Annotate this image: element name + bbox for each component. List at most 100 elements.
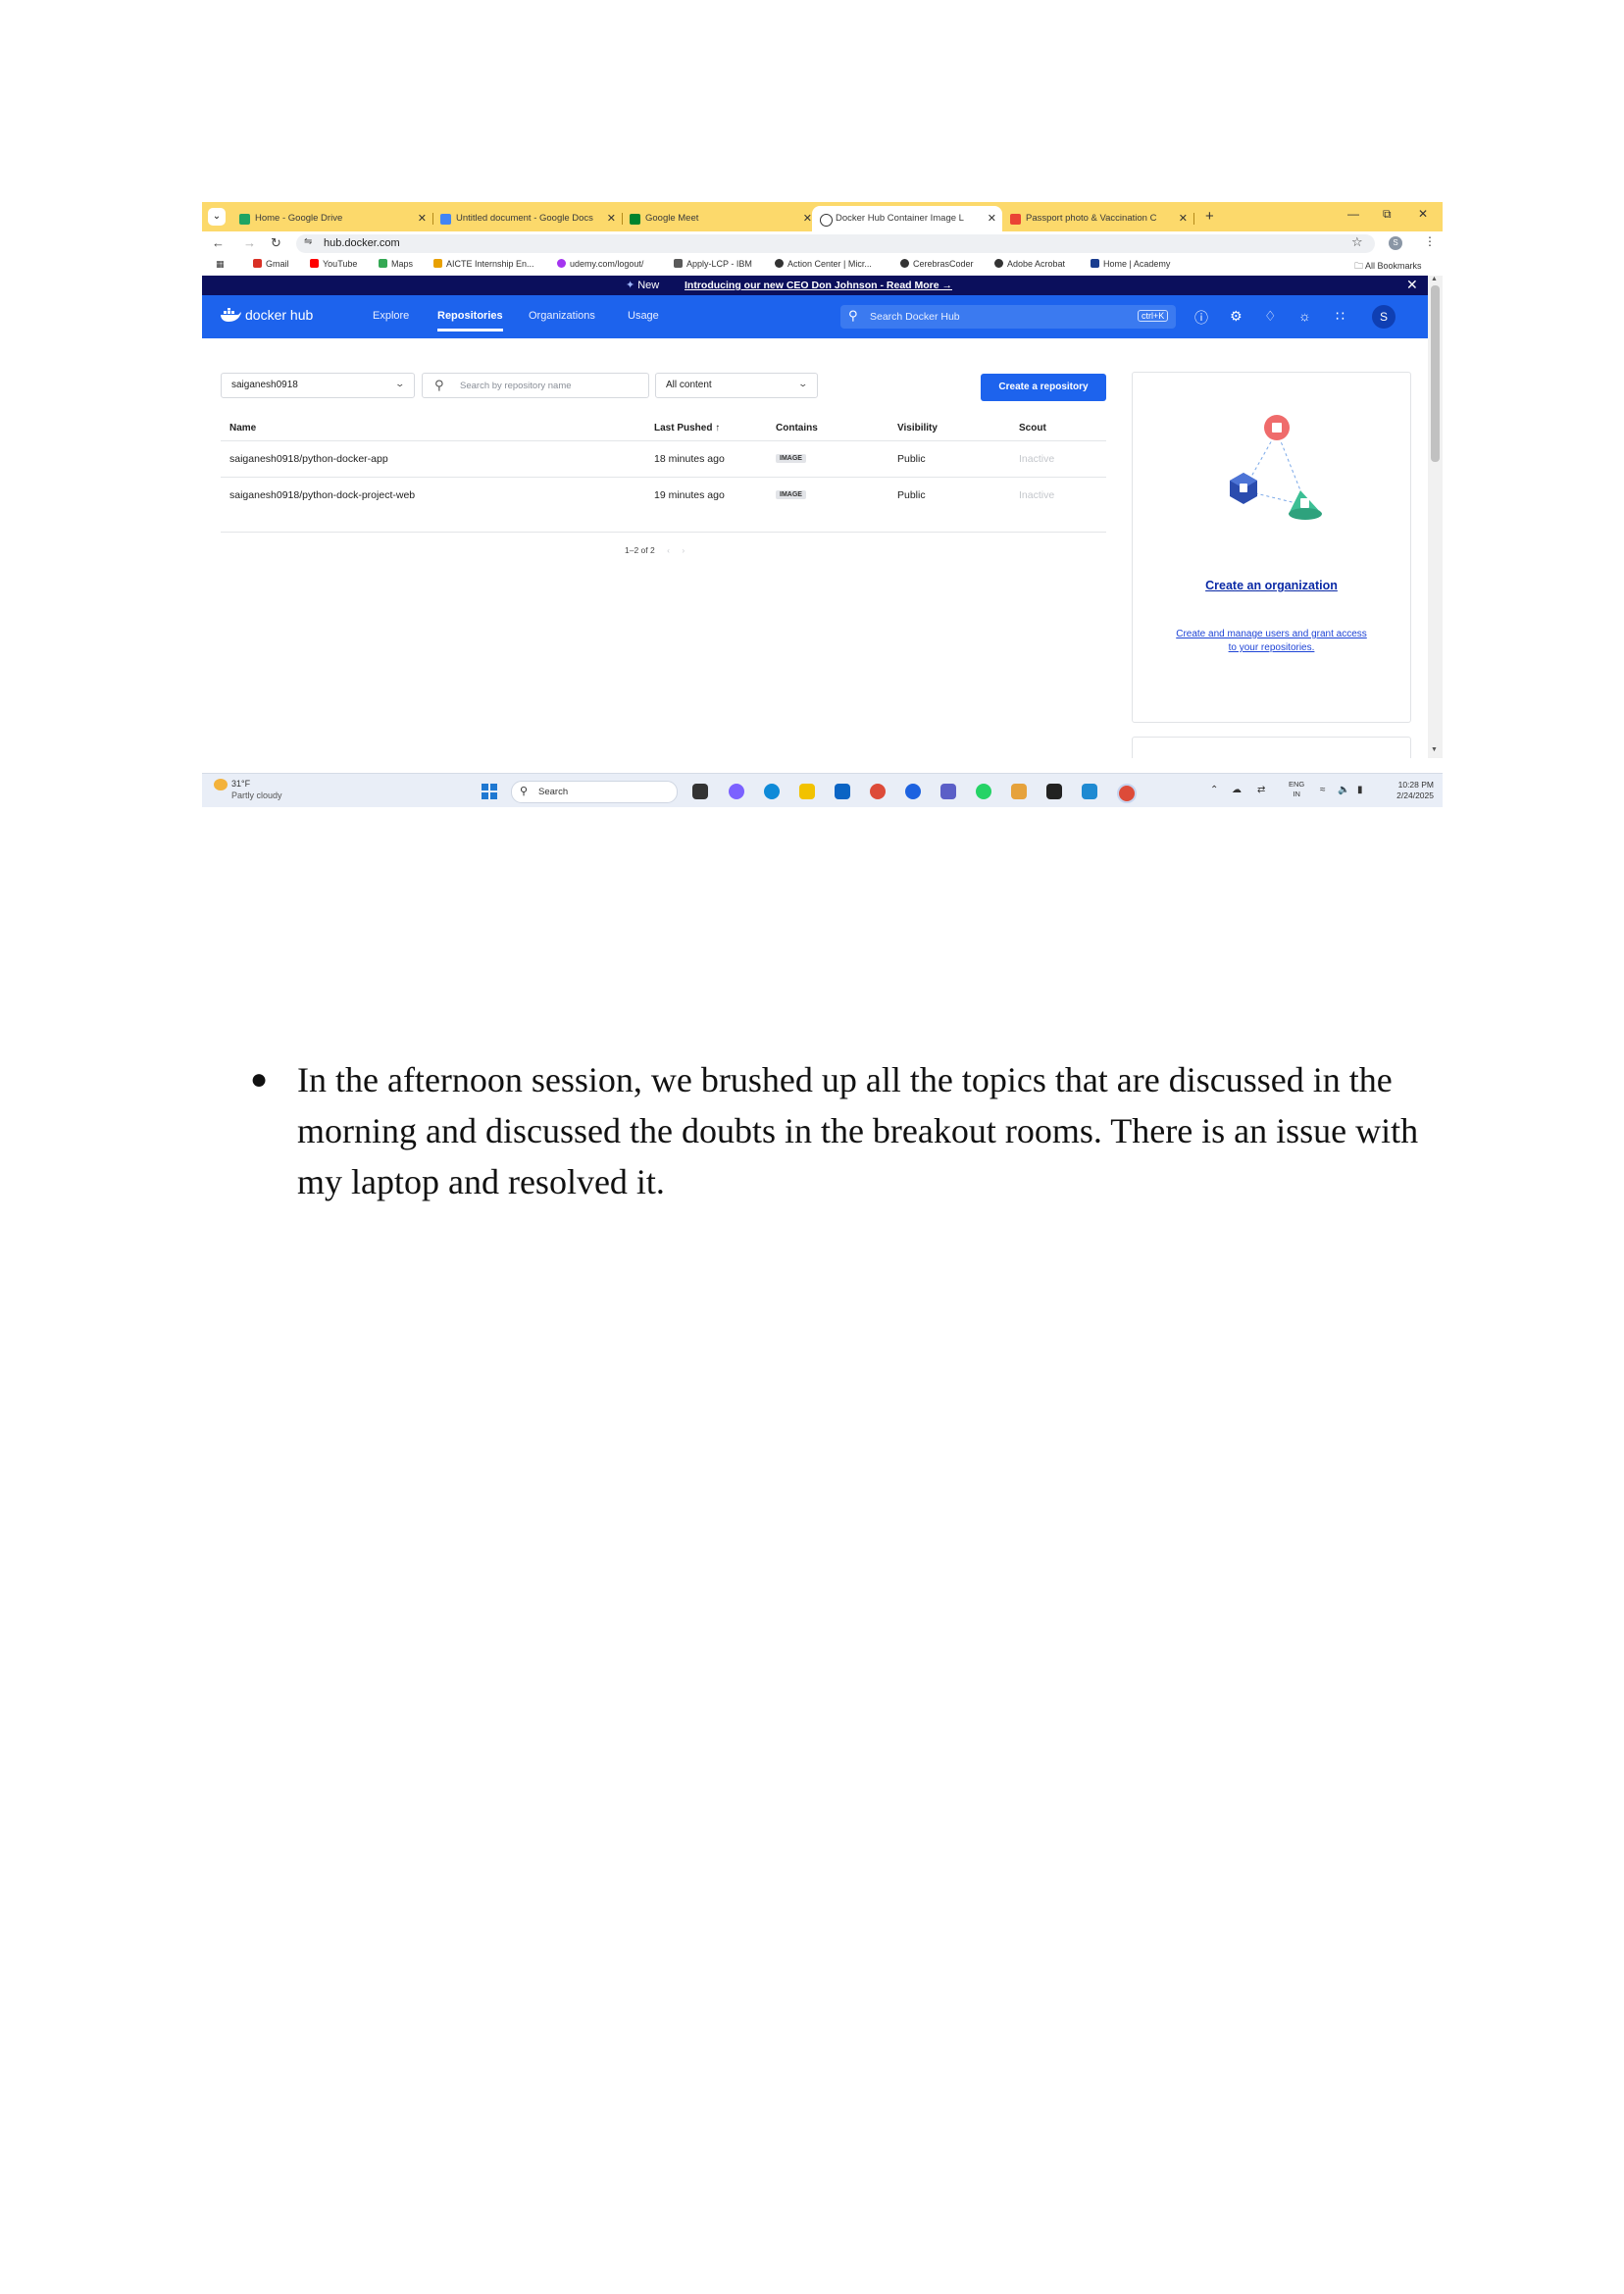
zoom-icon[interactable] — [905, 784, 921, 799]
organization-illustration-icon — [1230, 415, 1322, 520]
table-row[interactable]: saiganesh0918/python-dock-project-web 19… — [221, 477, 1106, 514]
nav-usage[interactable]: Usage — [628, 310, 659, 322]
bookmark-aicte[interactable]: AICTE Internship En... — [433, 259, 534, 269]
create-repository-button[interactable]: Create a repository — [981, 374, 1106, 401]
bookmark-academy[interactable]: Home | Academy — [1091, 259, 1170, 269]
banner-link[interactable]: Introducing our new CEO Don Johnson - Re… — [685, 280, 952, 291]
taskbar-search[interactable]: ⚲ Search — [511, 781, 678, 803]
tab-google-docs[interactable]: Untitled document - Google Docs ✕ — [432, 206, 623, 231]
tab-docker-hub[interactable]: Docker Hub Container Image L ✕ — [812, 206, 1002, 231]
bookmark-gmail[interactable]: Gmail — [253, 259, 289, 269]
sync-icon[interactable]: ⇄ — [1257, 785, 1265, 795]
table-row[interactable]: saiganesh0918/python-docker-app 18 minut… — [221, 440, 1106, 478]
apps-grid-icon[interactable]: ▦ — [216, 259, 225, 270]
snipping-tool-icon[interactable] — [1011, 784, 1027, 799]
reload-icon[interactable]: ↻ — [271, 235, 281, 251]
search-icon: ⚲ — [848, 308, 858, 323]
notifications-bell-icon[interactable]: ♢ — [1264, 308, 1277, 325]
bookmark-action-center[interactable]: Action Center | Micr... — [775, 259, 872, 269]
scroll-down-icon[interactable]: ▼ — [1431, 746, 1438, 753]
chrome-active-icon[interactable] — [1117, 784, 1137, 803]
bookmark-adobe-acrobat[interactable]: Adobe Acrobat — [994, 259, 1065, 269]
all-bookmarks[interactable]: 🗀 All Bookmarks — [1354, 259, 1422, 275]
close-tab-icon[interactable]: ✕ — [418, 206, 427, 231]
theme-toggle-icon[interactable]: ☼ — [1298, 308, 1311, 324]
docker-hub-search[interactable]: ⚲ Search Docker Hub ctrl+K — [840, 305, 1176, 329]
vscode-icon[interactable] — [1082, 784, 1097, 799]
bookmark-cerebrascoder[interactable]: CerebrasCoder — [900, 259, 974, 269]
tab-search-button[interactable]: ⌄ — [208, 208, 226, 226]
ibm-icon — [674, 259, 683, 268]
settings-gear-icon[interactable]: ⚙ — [1230, 308, 1243, 325]
column-header-scout: Scout — [1019, 423, 1046, 433]
close-tab-icon[interactable]: ✕ — [988, 206, 996, 231]
next-page-icon[interactable]: › — [682, 545, 685, 555]
close-icon[interactable]: ✕ — [1418, 207, 1428, 221]
outlook-icon[interactable] — [835, 784, 850, 799]
previous-page-icon[interactable]: ‹ — [667, 545, 670, 555]
scout-status: Inactive — [1019, 453, 1055, 465]
close-tab-icon[interactable]: ✕ — [607, 206, 616, 231]
back-icon[interactable]: ← — [212, 235, 225, 250]
column-header-last-pushed[interactable]: Last Pushed ↑ — [654, 423, 720, 433]
file-explorer-icon[interactable] — [799, 784, 815, 799]
help-icon[interactable]: ⓘ — [1194, 308, 1208, 328]
content-filter-select[interactable]: All content ⌄ — [655, 373, 818, 398]
copilot-icon[interactable] — [729, 784, 744, 799]
chrome-icon[interactable] — [870, 784, 886, 799]
windows-start-icon[interactable] — [482, 784, 497, 799]
nav-repositories[interactable]: Repositories — [437, 310, 503, 331]
restore-icon[interactable]: ⧉ — [1383, 207, 1392, 222]
wifi-icon[interactable]: ≈ — [1320, 785, 1326, 795]
browser-menu-icon[interactable]: ⋮ — [1424, 234, 1436, 248]
column-header-name[interactable]: Name — [229, 423, 256, 433]
nav-explore[interactable]: Explore — [373, 310, 409, 322]
show-hidden-icons-icon[interactable]: ⌃ — [1210, 785, 1218, 795]
whatsapp-icon[interactable] — [976, 784, 991, 799]
battery-icon[interactable]: ▮ — [1357, 785, 1363, 795]
bookmark-star-icon[interactable]: ☆ — [1351, 234, 1363, 250]
new-tab-button[interactable]: + — [1205, 206, 1214, 228]
docker-hub-logo[interactable]: docker hub — [220, 307, 313, 323]
close-banner-icon[interactable]: ✕ — [1406, 277, 1418, 293]
language-indicator[interactable]: ENG IN — [1289, 780, 1304, 799]
bookmark-ibm[interactable]: Apply-LCP - IBM — [674, 259, 752, 269]
tab-google-drive[interactable]: Home - Google Drive ✕ — [231, 206, 433, 231]
page-scrollbar[interactable]: ▲ ▼ — [1428, 276, 1443, 758]
profile-avatar[interactable]: S — [1389, 236, 1402, 250]
chevron-down-icon: ⌄ — [212, 211, 222, 222]
close-tab-icon[interactable]: ✕ — [803, 206, 812, 231]
globe-icon — [775, 259, 784, 268]
repository-search-input[interactable]: ⚲ Search by repository name — [422, 373, 649, 398]
system-clock[interactable]: 10:28 PM 2/24/2025 — [1379, 780, 1434, 801]
teams-icon[interactable] — [940, 784, 956, 799]
chevron-down-icon: ⌄ — [797, 379, 809, 388]
scrollbar-thumb[interactable] — [1431, 285, 1440, 462]
close-tab-icon[interactable]: ✕ — [1179, 206, 1188, 231]
scroll-up-icon[interactable]: ▲ — [1431, 276, 1438, 282]
onedrive-icon[interactable]: ☁ — [1232, 785, 1242, 795]
bookmark-maps[interactable]: Maps — [379, 259, 413, 269]
docker-whale-icon — [221, 308, 241, 322]
bookmark-udemy[interactable]: udemy.com/logout/ — [557, 259, 643, 269]
tab-google-meet[interactable]: Google Meet ✕ — [622, 206, 818, 231]
namespace-select[interactable]: saiganesh0918 ⌄ — [221, 373, 415, 398]
address-bar[interactable]: ⇋ hub.docker.com — [296, 234, 1375, 253]
tab-gmail-passport[interactable]: Passport photo & Vaccination C ✕ — [1002, 206, 1194, 231]
terminal-icon[interactable] — [1046, 784, 1062, 799]
edge-icon[interactable] — [764, 784, 780, 799]
forward-icon[interactable]: → — [243, 235, 256, 250]
user-avatar[interactable]: S — [1372, 305, 1396, 329]
bookmark-youtube[interactable]: YouTube — [310, 259, 357, 269]
create-organization-link[interactable]: Create an organization — [1133, 579, 1410, 592]
create-organization-description[interactable]: Create and manage users and grant access… — [1172, 628, 1371, 655]
task-view-icon[interactable] — [692, 784, 708, 799]
nav-organizations[interactable]: Organizations — [529, 310, 595, 322]
repository-name-link[interactable]: saiganesh0918/python-docker-app — [229, 453, 388, 465]
apps-grid-icon[interactable]: ∷ — [1336, 308, 1345, 325]
minimize-icon[interactable]: — — [1347, 207, 1359, 221]
volume-icon[interactable]: 🔈 — [1338, 785, 1349, 795]
globe-icon — [900, 259, 909, 268]
site-info-icon[interactable]: ⇋ — [304, 236, 312, 247]
repository-name-link[interactable]: saiganesh0918/python-dock-project-web — [229, 489, 415, 501]
